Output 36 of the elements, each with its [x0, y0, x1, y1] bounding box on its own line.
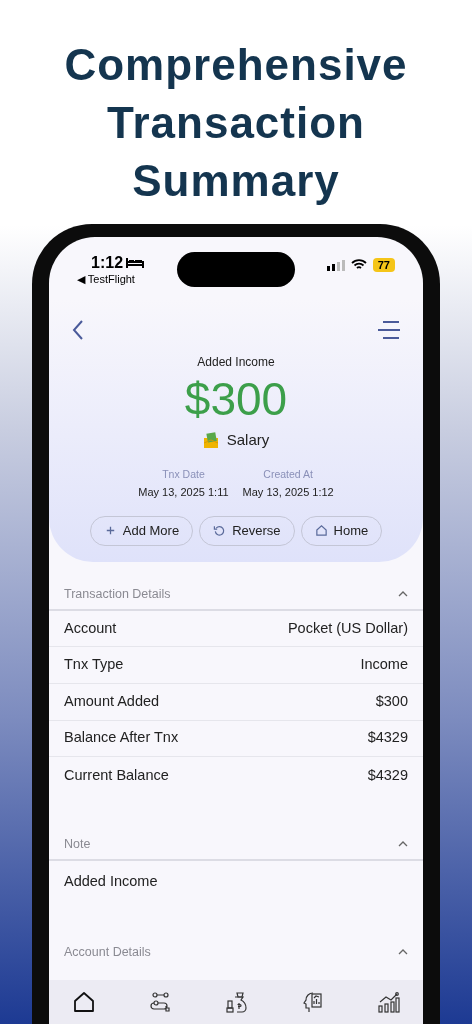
detail-label: Tnx Type — [64, 655, 124, 675]
detail-value: $4329 — [367, 728, 408, 748]
detail-label: Account — [64, 618, 117, 638]
detail-label: Amount Added — [64, 691, 160, 711]
detail-value: Income — [360, 655, 408, 675]
date-value: May 13, 2025 1:12 — [242, 485, 334, 501]
back-icon[interactable] — [71, 319, 85, 341]
amount: $300 — [184, 373, 288, 425]
note-text: Added Income — [63, 871, 159, 891]
detail-label: Balance After Tnx — [64, 728, 179, 748]
chart-icon[interactable] — [375, 989, 401, 1015]
date-label: Created At — [263, 466, 313, 482]
headline: Transaction — [107, 97, 365, 149]
wifi-icon — [350, 259, 367, 271]
headline: Summary — [132, 155, 340, 207]
home-icon — [314, 524, 328, 538]
home-icon[interactable] — [71, 989, 97, 1015]
date-label: Tnx Date — [162, 466, 205, 482]
battery-indicator: 77 — [372, 258, 395, 272]
detail-label: Current Balance — [64, 765, 169, 785]
route-icon[interactable] — [147, 989, 173, 1015]
status-time: 1:12 — [90, 254, 124, 272]
money-bag-icon[interactable] — [223, 989, 249, 1015]
back-to-app-link[interactable]: ◀ TestFlight — [77, 272, 145, 286]
detail-value: Pocket (US Dollar) — [287, 618, 408, 638]
headline: Comprehensive — [64, 39, 408, 91]
menu-icon[interactable] — [377, 320, 401, 340]
bed-icon — [126, 257, 145, 269]
undo-icon — [213, 524, 227, 538]
signal-icon — [326, 259, 345, 271]
salary-icon — [202, 431, 219, 450]
detail-value: $4329 — [367, 765, 408, 785]
date-value: May 13, 2025 1:11 — [138, 485, 229, 501]
category-label: Salary — [226, 430, 270, 450]
detail-value: $300 — [375, 691, 408, 711]
transaction-title: Added Income — [197, 354, 275, 371]
